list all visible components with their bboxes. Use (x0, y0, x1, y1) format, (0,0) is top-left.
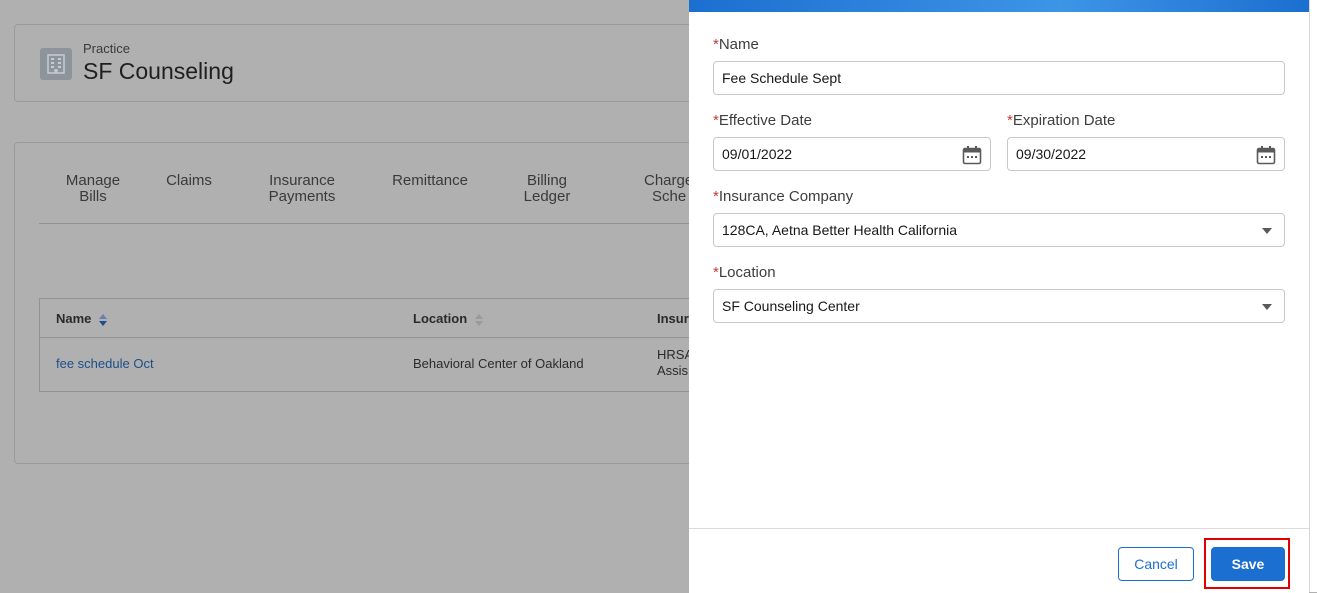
tab-label-line: Insurance (269, 172, 335, 189)
tab-label-line: Remittance (392, 172, 468, 189)
panel-header-bar (689, 0, 1309, 12)
fee-schedule-link[interactable]: fee schedule Oct (56, 356, 154, 372)
insurance-company-label-text: Insurance Company (718, 188, 854, 205)
fee-schedule-panel: *Name Fee Schedule Sept *Effective Date … (689, 0, 1309, 593)
calendar-icon[interactable] (962, 145, 982, 165)
tab-insurance-payments[interactable]: Insurance Payments (257, 173, 347, 205)
effective-date-label-text: Effective Date (718, 112, 812, 129)
table-header-row: Name Location Insura (40, 299, 716, 338)
sort-icon (474, 313, 483, 326)
insurance-cell-line: Assis (657, 363, 689, 378)
sort-icon (99, 313, 108, 326)
name-label-text: Name (718, 36, 759, 53)
tab-label-line: Manage (65, 172, 121, 189)
calendar-icon[interactable] (1256, 145, 1276, 165)
expiration-date-input[interactable]: 09/30/2022 (1007, 137, 1285, 171)
panel-footer: Cancel Save (689, 528, 1309, 593)
location-value: SF Counseling Center (722, 298, 860, 314)
insurance-cell: HRSA Assis (657, 347, 693, 379)
insurance-company-select[interactable]: 128CA, Aetna Better Health California (713, 213, 1285, 247)
name-input-value: Fee Schedule Sept (722, 70, 842, 86)
tab-label-line: Claims (166, 172, 212, 189)
location-select[interactable]: SF Counseling Center (713, 289, 1285, 323)
tab-label-line: Payments (268, 188, 336, 205)
location-label: *Location (713, 264, 776, 281)
expiration-date-label-text: Expiration Date (1012, 112, 1116, 129)
tab-label-line: Billing (526, 172, 568, 189)
location-label-text: Location (718, 264, 776, 281)
tab-label-line: Ledger (523, 188, 571, 205)
insurance-company-label: *Insurance Company (713, 188, 853, 205)
chevron-down-icon (1262, 228, 1272, 234)
column-header-name[interactable]: Name (56, 311, 108, 327)
column-header-label: Name (56, 311, 92, 326)
insurance-company-value: 128CA, Aetna Better Health California (722, 222, 958, 238)
tab-claims[interactable]: Claims (159, 173, 219, 189)
name-label: *Name (713, 36, 759, 53)
tab-label-line: Bills (79, 188, 107, 205)
location-cell: Behavioral Center of Oakland (413, 356, 584, 371)
tab-bar: Manage Bills Claims Insurance Payments R… (39, 173, 715, 224)
panel-scrollbar[interactable] (1309, 0, 1317, 592)
name-input[interactable]: Fee Schedule Sept (713, 61, 1285, 95)
effective-date-input[interactable]: 09/01/2022 (713, 137, 991, 171)
column-header-label: Location (413, 311, 468, 326)
fee-schedule-table: Name Location Insura fee schedule Oct Be… (39, 298, 716, 392)
cancel-button[interactable]: Cancel (1118, 547, 1194, 581)
save-button-highlight (1204, 538, 1290, 589)
billing-card: Manage Bills Claims Insurance Payments R… (14, 142, 716, 464)
effective-date-label: *Effective Date (713, 112, 812, 129)
chevron-down-icon (1262, 304, 1272, 310)
expiration-date-value: 09/30/2022 (1016, 146, 1087, 162)
effective-date-value: 09/01/2022 (722, 146, 793, 162)
column-header-location[interactable]: Location (413, 311, 484, 327)
object-type-label: Practice (83, 41, 130, 56)
insurance-cell-line: HRSA (657, 347, 694, 362)
tab-billing-ledger[interactable]: Billing Ledger (515, 173, 579, 205)
practice-header-card: Practice SF Counseling (14, 24, 716, 102)
expiration-date-label: *Expiration Date (1007, 112, 1115, 129)
tab-manage-bills[interactable]: Manage Bills (51, 173, 135, 205)
tab-remittance[interactable]: Remittance (385, 173, 475, 189)
page-title: SF Counseling (83, 58, 234, 84)
building-icon (40, 48, 72, 80)
